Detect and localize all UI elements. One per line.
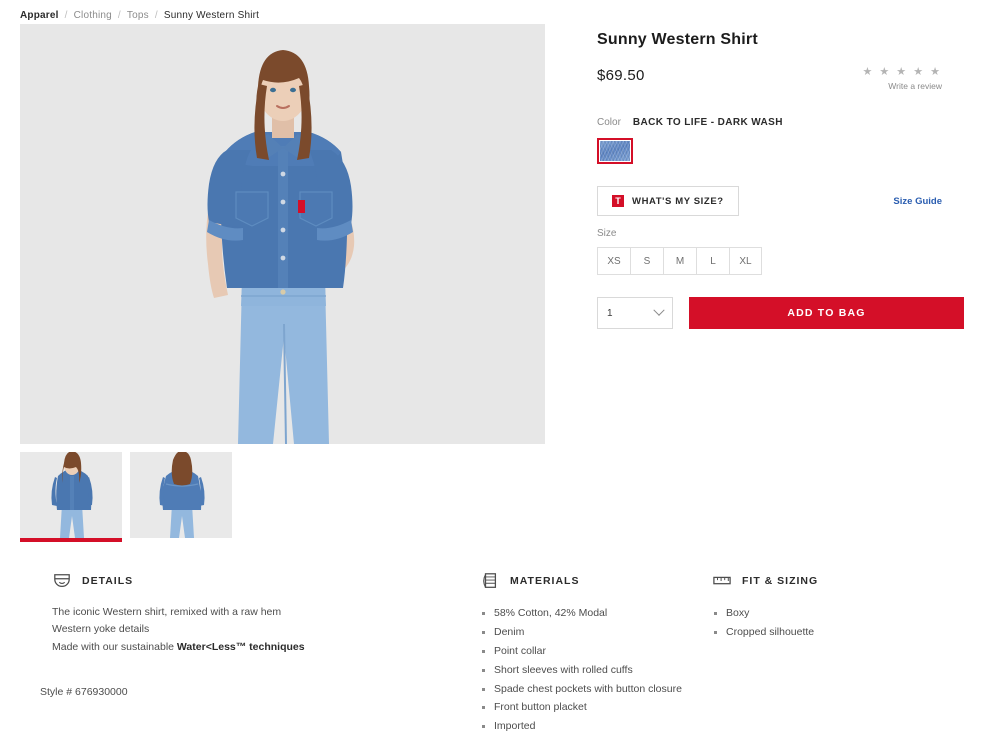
fit-tools-row: T WHAT'S MY SIZE? Size Guide [597,186,964,216]
breadcrumb-item-clothing[interactable]: Clothing [74,10,112,21]
details-header: DETAILS [52,572,480,590]
color-swatch-back-to-life-dark-wash[interactable] [597,138,633,164]
size-label: Size [597,228,617,239]
size-option-xl[interactable]: XL [729,247,762,275]
color-label: Color [597,117,621,128]
list-item: Point collar [480,642,700,661]
color-swatch-fill [600,141,630,161]
thumbnail-back-image [130,452,232,538]
waterless-highlight: Water<Less™ techniques [176,640,305,653]
list-item: Spade chest pockets with button closure [480,680,700,699]
materials-title: MATERIALS [510,575,580,587]
color-swatch-list [597,138,964,164]
list-item: Front button placket [480,698,700,717]
thumbnail-strip [20,452,547,538]
product-gallery [20,24,547,538]
size-selector: XS S M L XL [597,247,964,275]
truefit-logo-icon: T [612,195,624,207]
details-list: The iconic Western shirt, remixed with a… [52,604,480,656]
breadcrumb-separator: / [154,9,158,21]
price-rating-row: $69.50 ★ ★ ★ ★ ★ Write a review [597,67,964,92]
selected-color-name: BACK TO LIFE - DARK WASH [632,117,783,128]
breadcrumb: Apparel / Clothing / Tops / Sunny Wester… [0,0,984,24]
sustainable-prefix: Made with our sustainable [52,640,177,653]
star-rating-icon[interactable]: ★ ★ ★ ★ ★ [862,67,942,78]
fit-sizing-section: FIT & SIZING Boxy Cropped silhouette [700,572,950,736]
hero-product-image[interactable] [20,24,545,444]
details-line: The iconic Western shirt, remixed with a… [52,606,282,618]
quantity-select[interactable]: 1 [597,297,673,329]
breadcrumb-separator: / [64,9,68,21]
whats-my-size-label: WHAT'S MY SIZE? [632,195,724,207]
list-item: 58% Cotton, 42% Modal [480,604,700,623]
thumbnail-front[interactable] [20,452,122,538]
rating-block: ★ ★ ★ ★ ★ Write a review [862,67,964,92]
list-item: Imported [480,717,700,736]
breadcrumb-separator: / [117,9,121,21]
materials-header: MATERIALS [480,572,700,590]
whats-my-size-button[interactable]: T WHAT'S MY SIZE? [597,186,739,216]
size-option-m[interactable]: M [663,247,696,275]
details-line: Western yoke details [52,623,150,636]
chevron-down-icon [653,304,665,316]
size-guide-link[interactable]: Size Guide [893,196,964,207]
thumbnail-back[interactable] [130,452,232,538]
details-title: DETAILS [82,575,134,587]
model-illustration [20,24,545,444]
product-info: Sunny Western Shirt $69.50 ★ ★ ★ ★ ★ Wri… [547,24,964,329]
list-item: Short sleeves with rolled cuffs [480,661,700,680]
details-line-sustainable: Made with our sustainable Water<Less™ te… [52,639,480,656]
ruler-icon [713,576,731,585]
breadcrumb-item-apparel[interactable]: Apparel [20,10,59,21]
product-detail-sections: DETAILS The iconic Western shirt, remixe… [0,572,984,736]
quantity-value: 1 [607,307,613,319]
purchase-row: 1 ADD TO BAG [597,297,964,329]
add-to-bag-button[interactable]: ADD TO BAG [689,297,964,329]
fit-sizing-list: Boxy Cropped silhouette [712,604,950,642]
list-item: Denim [480,623,700,642]
list-item: Cropped silhouette [712,623,950,642]
product-price: $69.50 [597,67,645,84]
materials-list: 58% Cotton, 42% Modal Denim Point collar… [480,604,700,736]
page-title: Sunny Western Shirt [597,31,758,48]
size-option-xs[interactable]: XS [597,247,630,275]
thumbnail-front-image [20,452,122,538]
breadcrumb-item-current: Sunny Western Shirt [163,9,260,21]
size-option-s[interactable]: S [630,247,663,275]
product-stage: Sunny Western Shirt $69.50 ★ ★ ★ ★ ★ Wri… [0,24,984,538]
fit-sizing-header: FIT & SIZING [712,572,950,590]
list-item: Boxy [712,604,950,623]
write-a-review-link[interactable]: Write a review [862,81,942,91]
breadcrumb-item-tops[interactable]: Tops [127,10,149,21]
color-row: Color BACK TO LIFE - DARK WASH [597,117,964,128]
style-number: Style # 676930000 [40,685,128,698]
size-option-l[interactable]: L [696,247,729,275]
pocket-icon [54,574,70,588]
materials-section: MATERIALS 58% Cotton, 42% Modal Denim Po… [480,572,700,736]
fabric-roll-icon [483,573,497,588]
fit-sizing-title: FIT & SIZING [742,575,819,587]
details-section: DETAILS The iconic Western shirt, remixe… [20,572,480,736]
